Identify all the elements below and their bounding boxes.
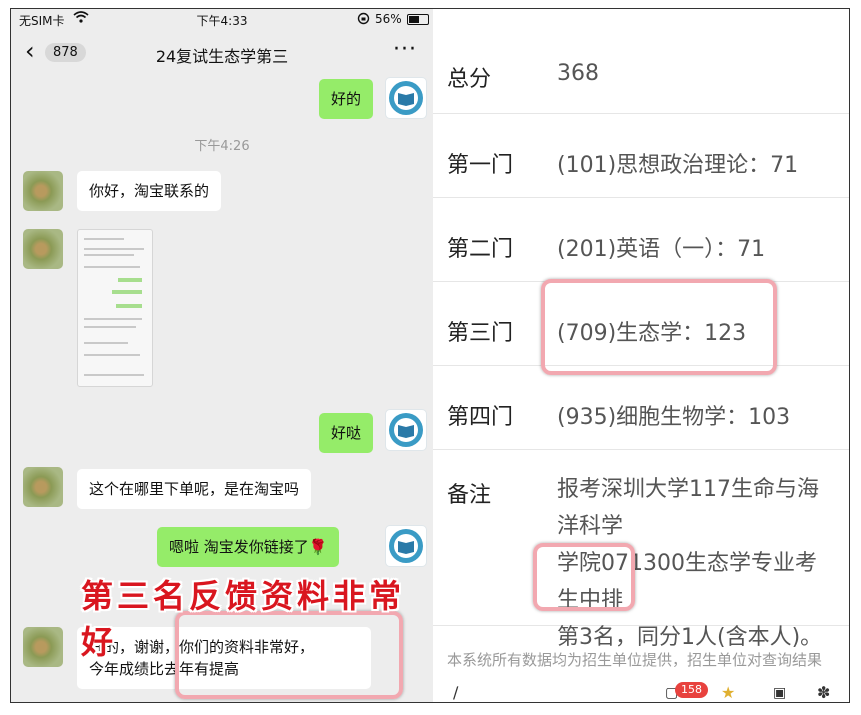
message-timestamp: 下午4:26 [194, 139, 250, 154]
status-bar: 无SIM卡 下午4:33 56% [11, 9, 433, 31]
score-row-total: 总分 368 [433, 31, 849, 114]
score-row-subject: 第一门 (101)思想政治理论：71 [433, 113, 849, 198]
outgoing-message[interactable]: 好的 [319, 79, 374, 119]
paw-icon[interactable]: ✽ [817, 683, 830, 702]
incoming-message[interactable]: 你好，淘宝联系的 [77, 171, 222, 211]
more-options-icon[interactable]: ··· [393, 37, 417, 62]
contact-avatar[interactable] [23, 171, 63, 211]
subject-score: (201)英语（一）：71 [557, 237, 766, 262]
outgoing-message[interactable]: 好哒 [319, 413, 374, 453]
score-row-subject: 第四门 (935)细胞生物学：103 [433, 365, 849, 450]
contact-avatar[interactable] [23, 627, 63, 667]
subject-label: 第二门 [447, 237, 514, 262]
subject-score: (101)思想政治理论：71 [557, 153, 799, 178]
self-avatar[interactable] [385, 77, 427, 119]
score-panel: 总分 368 第一门 (101)思想政治理论：71 第二门 (201)英语（一）… [433, 9, 849, 702]
total-value: 368 [557, 61, 599, 86]
highlight-box [541, 279, 777, 375]
rotation-lock-icon [357, 12, 370, 28]
bottom-toolbar: ∕ ▢ ★ ▣ ✽ [433, 681, 849, 702]
battery-percent: 56% [375, 12, 402, 26]
disclaimer-text: 本系统所有数据均为招生单位提供，招生单位对查询结果 [447, 651, 823, 669]
image-message-thumbnail[interactable] [77, 229, 153, 387]
chat-nav-bar: ‹ 878 24复试生态学第三 ··· [11, 31, 433, 75]
remark-line: 报考深圳大学117生命与海洋科学 [557, 477, 819, 539]
total-label: 总分 [447, 67, 492, 92]
share-icon[interactable]: ▣ [773, 685, 786, 701]
edit-icon[interactable]: ∕ [453, 683, 458, 702]
chat-panel: 无SIM卡 下午4:33 56% ‹ 878 24复试生态学第三 ··· 好的 … [11, 9, 433, 702]
contact-avatar[interactable] [23, 467, 63, 507]
star-icon[interactable]: ★ [721, 683, 735, 702]
subject-label: 第一门 [447, 153, 514, 178]
highlight-box [533, 543, 635, 611]
outgoing-message[interactable]: 嗯啦 淘宝发你链接了🌹 [157, 527, 340, 567]
screenshot-frame: 无SIM卡 下午4:33 56% ‹ 878 24复试生态学第三 ··· 好的 … [10, 8, 850, 703]
battery-icon [407, 14, 429, 25]
contact-avatar[interactable] [23, 229, 63, 269]
subject-label: 第三门 [447, 321, 514, 346]
self-avatar[interactable] [385, 409, 427, 451]
overlay-caption: 第三名反馈资料非常好 [81, 577, 406, 661]
chat-title: 24复试生态学第三 [155, 47, 289, 66]
notification-badge: 158 [675, 682, 708, 698]
self-avatar[interactable] [385, 525, 427, 567]
score-row-subject: 第二门 (201)英语（一）：71 [433, 197, 849, 282]
subject-label: 第四门 [447, 405, 514, 430]
incoming-message[interactable]: 这个在哪里下单呢，是在淘宝吗 [77, 469, 312, 509]
remark-label: 备注 [447, 483, 492, 508]
subject-score: (935)细胞生物学：103 [557, 405, 791, 430]
